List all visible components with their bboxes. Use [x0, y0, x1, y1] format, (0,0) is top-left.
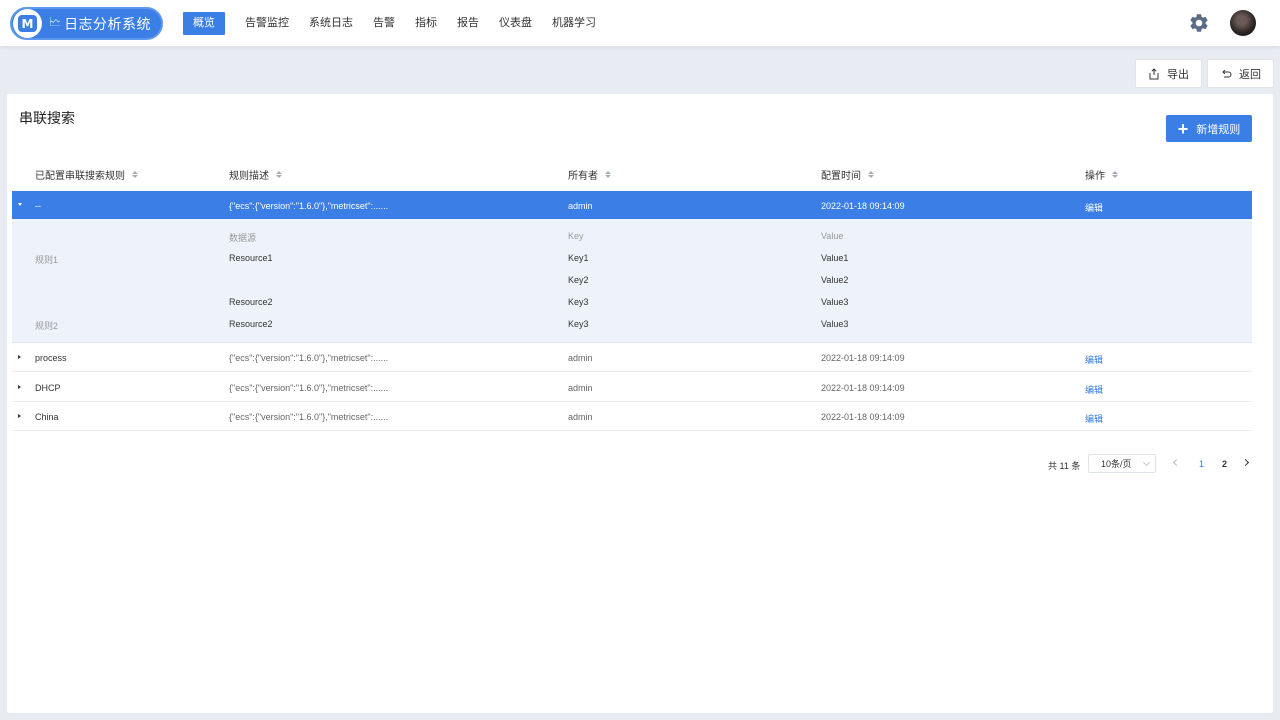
rule-owner: admin	[568, 353, 593, 363]
rule-time: 2022-01-18 09:14:09	[821, 201, 905, 211]
page-number-2[interactable]: 2	[1222, 459, 1227, 469]
detail-key: Key3	[568, 297, 589, 307]
collapse-caret-icon[interactable]	[18, 203, 22, 206]
main-nav: 概览 告警监控 系统日志 告警 指标 报告 仪表盘 机器学习	[183, 12, 606, 35]
nav-item-machine-learning[interactable]: 机器学习	[542, 12, 606, 35]
column-label: 已配置串联搜索规则	[35, 171, 125, 182]
logo-icon: M	[18, 15, 37, 32]
nav-item-overview[interactable]: 概览	[183, 12, 225, 35]
detail-rule-label: 规则1	[35, 255, 59, 265]
next-page-icon[interactable]	[1241, 458, 1250, 467]
rule-name: --	[35, 201, 41, 211]
nav-item-metrics[interactable]: 指标	[405, 12, 447, 35]
expand-caret-icon[interactable]	[18, 385, 21, 389]
detail-header-value: Value	[821, 231, 844, 241]
column-label: 规则描述	[229, 171, 269, 182]
export-icon	[1149, 67, 1159, 79]
nav-item-alert-monitor[interactable]: 告警监控	[235, 12, 299, 35]
page-size-value: 10条/页	[1101, 459, 1132, 469]
sort-icon[interactable]	[132, 171, 138, 178]
detail-source: Resource2	[229, 297, 273, 307]
rule-owner: admin	[568, 201, 593, 211]
rule-desc: {"ecs":{"version":"1.6.0"},"metricset":.…	[229, 201, 389, 211]
edit-link[interactable]: 编辑	[1085, 353, 1103, 366]
rule-time: 2022-01-18 09:14:09	[821, 383, 905, 393]
app-logo[interactable]: M 🗠 日志分析系统	[10, 7, 163, 40]
detail-value: Value3	[821, 297, 849, 307]
detail-key: Key1	[568, 253, 589, 263]
detail-value: Value3	[821, 319, 849, 329]
rule-name: process	[35, 353, 67, 363]
detail-source: Resource2	[229, 319, 273, 329]
edit-link[interactable]: 编辑	[1085, 412, 1103, 425]
back-button[interactable]: 返回	[1207, 59, 1274, 88]
sort-icon[interactable]	[276, 171, 282, 178]
rule-owner: admin	[568, 412, 593, 422]
table-row[interactable]: process {"ecs":{"version":"1.6.0"},"metr…	[12, 343, 1252, 372]
top-navbar: M 🗠 日志分析系统 概览 告警监控 系统日志 告警 指标 报告 仪表盘 机器学…	[0, 0, 1280, 46]
return-icon	[1222, 69, 1232, 77]
detail-rule-label: 规则2	[35, 321, 59, 331]
rule-time: 2022-01-18 09:14:09	[821, 412, 905, 422]
chevron-down-icon	[1142, 458, 1151, 467]
detail-source: Resource1	[229, 253, 273, 263]
edit-link[interactable]: 编辑	[1085, 383, 1103, 396]
page-size-select[interactable]: 10条/页	[1088, 454, 1156, 473]
app-title: 日志分析系统	[64, 15, 152, 32]
nav-item-reports[interactable]: 报告	[447, 12, 489, 35]
row-detail-panel: 数据源 Key Value 规则1 Resource1 Key1 Value1 …	[12, 219, 1252, 343]
gear-icon[interactable]	[1188, 12, 1210, 34]
column-header-action[interactable]: 操作	[1085, 167, 1118, 182]
sort-icon[interactable]	[1112, 171, 1118, 178]
export-button[interactable]: 导出	[1135, 59, 1202, 88]
sort-icon[interactable]	[868, 171, 874, 178]
logo-badge: M	[13, 9, 42, 38]
table-header: 已配置串联搜索规则 规则描述 所有者 配置时间 操作	[12, 160, 1252, 186]
sort-icon[interactable]	[605, 171, 611, 178]
column-header-owner[interactable]: 所有者	[568, 167, 611, 182]
table-row[interactable]: -- {"ecs":{"version":"1.6.0"},"metricset…	[12, 191, 1252, 220]
page-number-1[interactable]: 1	[1199, 459, 1204, 469]
add-rule-button[interactable]: + 新增规则	[1166, 115, 1252, 142]
chart-icon: 🗠	[49, 15, 62, 29]
expand-caret-icon[interactable]	[18, 414, 21, 418]
rule-desc: {"ecs":{"version":"1.6.0"},"metricset":.…	[229, 353, 389, 363]
detail-header-source: 数据源	[229, 233, 257, 243]
export-label: 导出	[1167, 68, 1189, 81]
page-title: 串联搜索	[19, 110, 75, 126]
rule-name: China	[35, 412, 59, 422]
column-label: 所有者	[568, 171, 598, 182]
rule-desc: {"ecs":{"version":"1.6.0"},"metricset":.…	[229, 383, 389, 393]
detail-key: Key3	[568, 319, 589, 329]
plus-icon: +	[1177, 118, 1189, 139]
prev-page-icon[interactable]	[1172, 458, 1181, 467]
expand-caret-icon[interactable]	[18, 355, 21, 359]
rule-owner: admin	[568, 383, 593, 393]
detail-value: Value2	[821, 275, 849, 285]
detail-value: Value1	[821, 253, 849, 263]
table-row[interactable]: China {"ecs":{"version":"1.6.0"},"metric…	[12, 402, 1252, 431]
table-row[interactable]: DHCP {"ecs":{"version":"1.6.0"},"metrics…	[12, 373, 1252, 402]
rule-desc: {"ecs":{"version":"1.6.0"},"metricset":.…	[229, 412, 389, 422]
nav-item-dashboard[interactable]: 仪表盘	[489, 12, 542, 35]
detail-header-key: Key	[568, 231, 584, 241]
column-header-desc[interactable]: 规则描述	[229, 167, 282, 182]
column-header-time[interactable]: 配置时间	[821, 167, 874, 182]
edit-link[interactable]: 编辑	[1085, 201, 1103, 214]
rule-time: 2022-01-18 09:14:09	[821, 353, 905, 363]
back-label: 返回	[1239, 68, 1261, 81]
add-rule-label: 新增规则	[1196, 123, 1241, 136]
nav-item-system-log[interactable]: 系统日志	[299, 12, 363, 35]
main-card: 串联搜索 + 新增规则 已配置串联搜索规则 规则描述 所有者 配置时间 操作 -…	[7, 94, 1273, 713]
avatar[interactable]	[1230, 10, 1256, 36]
column-label: 操作	[1085, 171, 1105, 182]
detail-key: Key2	[568, 275, 589, 285]
rule-name: DHCP	[35, 383, 61, 393]
pagination-total: 共 11 条	[1048, 461, 1081, 471]
column-label: 配置时间	[821, 171, 861, 182]
nav-item-alerts[interactable]: 告警	[363, 12, 405, 35]
column-header-rule[interactable]: 已配置串联搜索规则	[35, 167, 138, 182]
